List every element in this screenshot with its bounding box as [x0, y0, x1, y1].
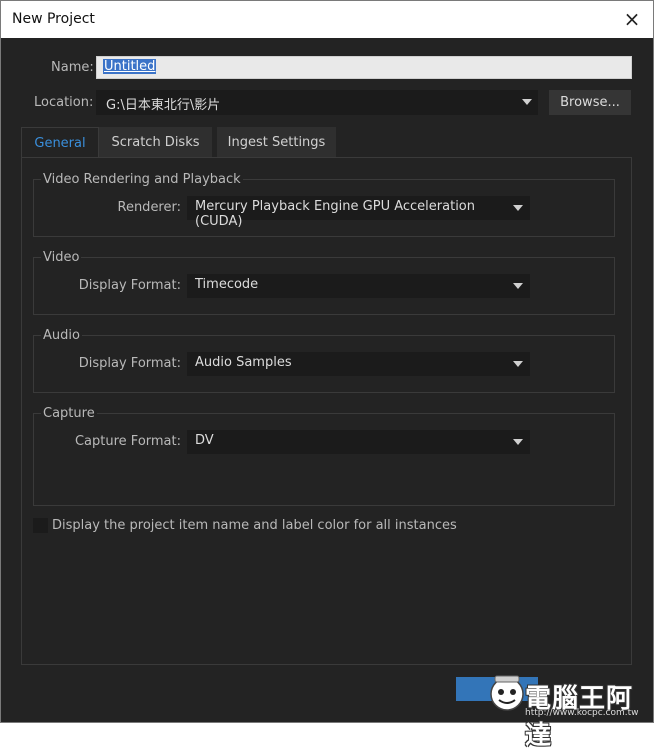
tab-general[interactable]: General	[21, 127, 99, 158]
chevron-down-icon[interactable]	[513, 283, 523, 289]
chevron-down-icon[interactable]	[513, 205, 523, 211]
audio-display-format-dropdown[interactable]: Audio Samples	[187, 352, 530, 376]
video-display-format-dropdown[interactable]: Timecode	[187, 274, 530, 298]
renderer-dropdown[interactable]: Mercury Playback Engine GPU Acceleration…	[187, 196, 530, 229]
capture-format-label: Capture Format:	[74, 434, 181, 449]
chevron-down-icon[interactable]	[513, 439, 523, 445]
location-value: G:\日本東北行\影片	[106, 98, 221, 113]
dialog-title: New Project	[12, 11, 95, 27]
name-label: Name:	[51, 60, 94, 75]
name-field[interactable]: Untitled	[96, 56, 632, 79]
renderer-label: Renderer:	[117, 200, 182, 215]
location-label: Location:	[34, 95, 94, 110]
display-item-name-label: Display the project item name and label …	[52, 518, 457, 533]
display-item-name-checkbox[interactable]	[33, 518, 48, 533]
capture-format-value: DV	[195, 433, 214, 448]
new-project-dialog: New Project × Name: Untitled Location: G…	[0, 0, 654, 751]
video-title: Video	[41, 250, 82, 265]
audio-title: Audio	[41, 328, 82, 343]
tab-scratch-disks[interactable]: Scratch Disks	[99, 127, 212, 158]
chevron-down-icon[interactable]	[513, 361, 523, 367]
browse-button[interactable]: Browse...	[549, 90, 631, 115]
tab-ingest-settings[interactable]: Ingest Settings	[217, 127, 336, 158]
title-bar: New Project ×	[1, 1, 653, 38]
audio-display-format-value: Audio Samples	[195, 355, 292, 370]
capture-group	[33, 413, 615, 506]
video-display-format-label: Display Format:	[78, 278, 181, 293]
close-icon[interactable]: ×	[619, 7, 645, 31]
location-dropdown[interactable]: G:\日本東北行\影片	[96, 90, 538, 115]
watermark-logo: 電腦王阿達 http://www.kocpc.com.tw	[485, 672, 650, 751]
watermark-url: http://www.kocpc.com.tw	[525, 708, 639, 718]
capture-title: Capture	[41, 406, 97, 421]
name-value: Untitled	[103, 59, 157, 74]
video-rendering-title: Video Rendering and Playback	[41, 172, 243, 187]
audio-display-format-label: Display Format:	[78, 356, 181, 371]
capture-format-dropdown[interactable]: DV	[187, 430, 530, 454]
video-display-format-value: Timecode	[195, 277, 259, 292]
chevron-down-icon[interactable]	[522, 99, 532, 105]
